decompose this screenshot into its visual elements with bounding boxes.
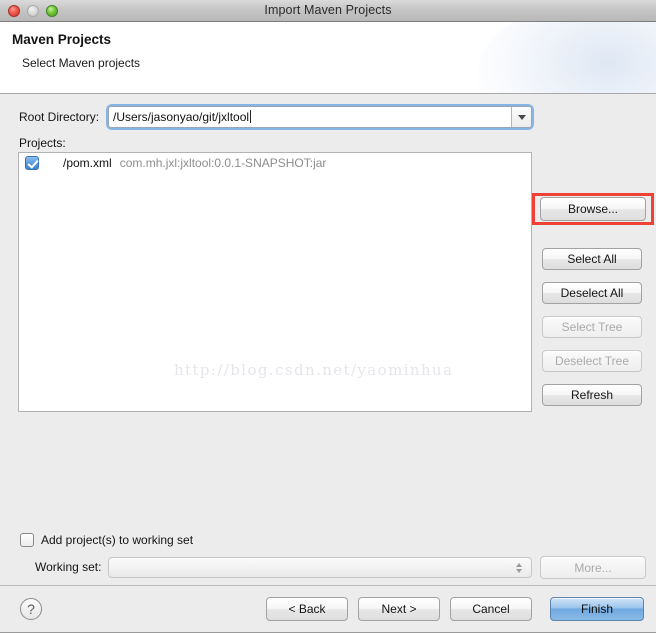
- window-titlebar: Import Maven Projects: [0, 0, 656, 22]
- more-button: More...: [540, 556, 646, 579]
- wizard-header: Maven Projects Select Maven projects: [0, 22, 656, 94]
- root-directory-label: Root Directory:: [19, 110, 100, 124]
- project-path: /pom.xml: [63, 156, 112, 170]
- refresh-button[interactable]: Refresh: [542, 384, 642, 406]
- projects-side-buttons: Select All Deselect All Select Tree Dese…: [542, 248, 642, 418]
- window-title: Import Maven Projects: [264, 3, 392, 17]
- dialog-footer: ? < Back Next > Cancel Finish: [0, 585, 656, 633]
- table-row[interactable]: /pom.xml com.mh.jxl:jxltool:0.0.1-SNAPSH…: [19, 153, 531, 173]
- cancel-button[interactable]: Cancel: [450, 597, 532, 621]
- header-gradient-decoration: [476, 22, 656, 93]
- root-directory-value: /Users/jasonyao/git/jxltool: [113, 110, 250, 124]
- root-directory-dropdown-button[interactable]: [511, 107, 531, 127]
- working-set-combo: [108, 557, 532, 578]
- chevron-down-icon: [516, 568, 522, 573]
- chevron-down-icon: [517, 114, 526, 120]
- finish-button[interactable]: Finish: [550, 597, 644, 621]
- project-checkbox[interactable]: [25, 156, 39, 170]
- wizard-body: Root Directory: /Users/jasonyao/git/jxlt…: [0, 94, 656, 607]
- page-title: Maven Projects: [12, 32, 112, 47]
- root-directory-combo[interactable]: /Users/jasonyao/git/jxltool: [108, 106, 532, 128]
- select-all-button[interactable]: Select All: [542, 248, 642, 270]
- browse-button[interactable]: Browse...: [540, 197, 646, 221]
- add-to-working-set-row[interactable]: Add project(s) to working set: [20, 533, 193, 547]
- import-maven-projects-window: Import Maven Projects Maven Projects Sel…: [0, 0, 656, 633]
- select-tree-button: Select Tree: [542, 316, 642, 338]
- working-set-label: Working set:: [35, 560, 102, 574]
- deselect-all-button[interactable]: Deselect All: [542, 282, 642, 304]
- next-button[interactable]: Next >: [358, 597, 440, 621]
- page-subtitle: Select Maven projects: [22, 56, 141, 70]
- watermark-text: http://blog.csdn.net/yaominhua: [174, 361, 454, 379]
- root-directory-combo-inner[interactable]: /Users/jasonyao/git/jxltool: [108, 106, 532, 128]
- root-directory-input[interactable]: /Users/jasonyao/git/jxltool: [109, 110, 511, 124]
- project-coordinates: com.mh.jxl:jxltool:0.0.1-SNAPSHOT:jar: [119, 156, 327, 170]
- add-to-working-set-label: Add project(s) to working set: [41, 533, 194, 547]
- projects-label: Projects:: [19, 136, 66, 150]
- root-directory-row: Root Directory: /Users/jasonyao/git/jxlt…: [0, 106, 656, 130]
- back-button[interactable]: < Back: [266, 597, 348, 621]
- stepper-icon: [511, 562, 527, 573]
- projects-listbox[interactable]: /pom.xml com.mh.jxl:jxltool:0.0.1-SNAPSH…: [18, 152, 532, 412]
- add-to-working-set-checkbox[interactable]: [20, 533, 34, 547]
- chevron-up-icon: [516, 562, 522, 567]
- help-icon[interactable]: ?: [20, 598, 42, 620]
- deselect-tree-button: Deselect Tree: [542, 350, 642, 372]
- text-caret: [250, 110, 252, 123]
